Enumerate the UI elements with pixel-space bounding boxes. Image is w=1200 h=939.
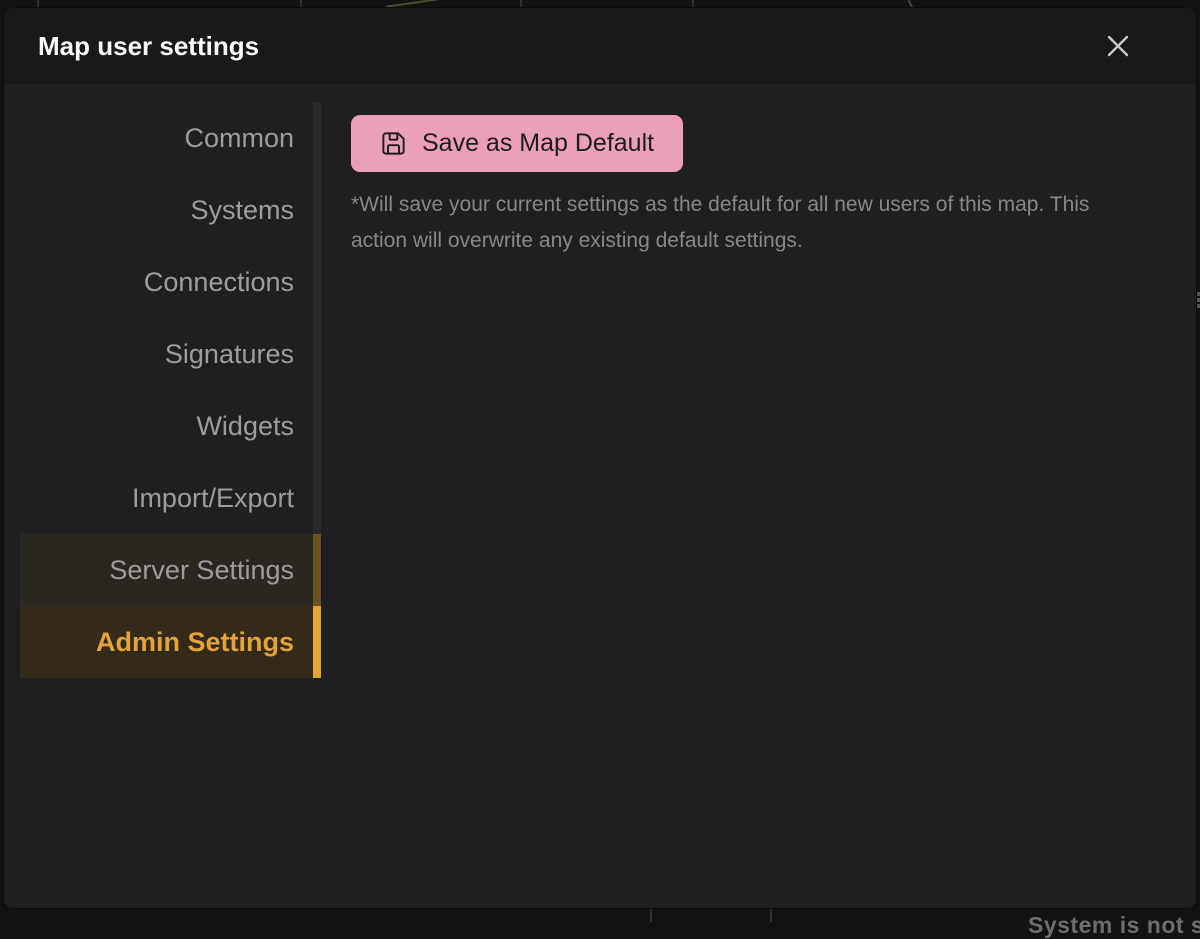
sidebar-item-connections[interactable]: Connections [20,246,321,318]
map-user-settings-dialog: Map user settings Common Systems Connectio… [4,8,1196,908]
bg-line [520,0,522,8]
sidebar-item-label: Connections [144,267,294,298]
sidebar-item-systems[interactable]: Systems [20,174,321,246]
sidebar-item-label: Server Settings [109,555,294,586]
bg-line [650,908,652,922]
dialog-content: Common Systems Connections Signatures Widget… [4,84,1196,908]
sidebar-item-indicator [313,102,321,174]
bg-line [692,0,694,8]
sidebar-item-label: Import/Export [132,483,294,514]
sidebar-item-indicator [313,318,321,390]
dialog-header: Map user settings [4,8,1196,84]
sidebar-item-indicator [313,534,321,606]
sidebar-item-indicator [313,606,321,678]
sidebar-item-indicator [313,462,321,534]
close-icon [1103,31,1133,61]
sidebar-item-common[interactable]: Common [20,102,321,174]
sidebar-item-label: Systems [190,195,294,226]
floppy-disk-icon [380,130,407,157]
sidebar-item-indicator [313,174,321,246]
save-button-label: Save as Map Default [422,129,654,158]
sidebar-item-label: Admin Settings [96,627,294,658]
sidebar-item-indicator [313,390,321,462]
admin-settings-panel: Save as Map Default *Will save your curr… [321,84,1196,908]
sidebar-item-label: Widgets [196,411,294,442]
sidebar-item-label: Signatures [165,339,294,370]
sidebar-item-signatures[interactable]: Signatures [20,318,321,390]
close-button[interactable] [1100,28,1136,64]
bg-map-connection [386,0,438,8]
sidebar-item-indicator [313,246,321,318]
bg-bottom-text: System is not selected [1028,912,1200,939]
save-default-note: *Will save your current settings as the … [351,187,1146,259]
settings-sidebar: Common Systems Connections Signatures Widget… [4,84,321,908]
bg-line [300,0,302,8]
sidebar-item-admin-settings[interactable]: Admin Settings [20,606,321,678]
bg-line [37,0,39,8]
dialog-title: Map user settings [38,31,1100,62]
sidebar-item-server-settings[interactable]: Server Settings [20,534,321,606]
sidebar-item-label: Common [184,123,294,154]
settings-menu: Common Systems Connections Signatures Widget… [20,102,321,678]
sidebar-item-widgets[interactable]: Widgets [20,390,321,462]
sidebar-item-import-export[interactable]: Import/Export [20,462,321,534]
save-as-map-default-button[interactable]: Save as Map Default [351,115,683,172]
bg-line [770,908,772,922]
